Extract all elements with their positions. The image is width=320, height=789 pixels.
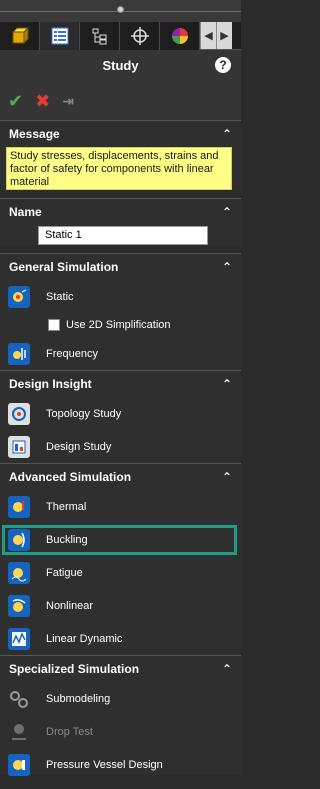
grip-handle-icon[interactable]: [117, 6, 124, 13]
collapse-chevron-icon[interactable]: ⌃: [222, 377, 232, 391]
design-insight-header[interactable]: Design Insight ⌃: [0, 371, 241, 397]
pin-button[interactable]: ⇥: [62, 94, 74, 108]
study-option-pressure-vessel[interactable]: Pressure Vessel Design: [0, 748, 241, 781]
property-manager-icon: [51, 27, 68, 45]
advanced-simulation-section: Advanced Simulation ⌃ Thermal Buckling F…: [0, 463, 241, 655]
collapse-chevron-icon[interactable]: ⌃: [222, 127, 232, 141]
collapse-chevron-icon[interactable]: ⌃: [222, 205, 232, 219]
scroll-right-icon[interactable]: ▶: [216, 22, 232, 49]
tab-configuration-manager[interactable]: [80, 22, 120, 50]
option-label: Static: [46, 290, 74, 303]
study-option-buckling[interactable]: Buckling: [0, 523, 241, 556]
design-study-icon: [8, 435, 30, 458]
option-label: Topology Study: [46, 407, 122, 420]
tab-display-manager[interactable]: [160, 22, 200, 50]
study-option-drop-test: Drop Test: [0, 715, 241, 748]
study-name-input[interactable]: Static 1: [38, 226, 208, 245]
static-study-icon: [8, 285, 30, 308]
panel-grip[interactable]: [0, 0, 241, 22]
topology-study-icon: [8, 402, 30, 425]
frequency-study-icon: [8, 342, 30, 365]
option-label: Pressure Vessel Design: [46, 758, 163, 771]
advanced-simulation-header[interactable]: Advanced Simulation ⌃: [0, 464, 241, 490]
specialized-simulation-section: Specialized Simulation ⌃ Submodeling Dro…: [0, 655, 241, 776]
option-label: Buckling: [46, 533, 88, 546]
collapse-chevron-icon[interactable]: ⌃: [222, 662, 232, 676]
collapse-chevron-icon[interactable]: ⌃: [222, 470, 232, 484]
dimxpert-icon: [130, 27, 149, 45]
page-title: Study: [102, 58, 139, 73]
linear-dynamic-study-icon: [8, 627, 30, 650]
option-label: Drop Test: [46, 725, 93, 738]
tab-dimxpert-manager[interactable]: [120, 22, 160, 50]
nonlinear-study-icon: [8, 594, 30, 617]
action-bar: ✔ ✖ ⇥: [0, 82, 241, 120]
fatigue-study-icon: [8, 561, 30, 584]
appearance-icon: [171, 28, 188, 44]
scroll-left-icon[interactable]: ◀: [200, 22, 216, 49]
message-section: Message ⌃ Study stresses, displacements,…: [0, 120, 241, 190]
tab-property-manager[interactable]: [40, 22, 80, 50]
option-label: Fatigue: [46, 566, 83, 579]
general-simulation-header[interactable]: General Simulation ⌃: [0, 254, 241, 280]
design-insight-section: Design Insight ⌃ Topology Study Design S…: [0, 370, 241, 463]
ok-button[interactable]: ✔: [8, 92, 23, 110]
section-title: General Simulation: [9, 260, 119, 274]
message-header[interactable]: Message ⌃: [0, 121, 241, 147]
configuration-icon: [92, 28, 106, 45]
study-option-thermal[interactable]: Thermal: [0, 490, 241, 523]
option-label: Design Study: [46, 440, 112, 453]
tab-feature-manager[interactable]: [0, 22, 40, 50]
section-title: Advanced Simulation: [9, 470, 132, 484]
section-title: Name: [9, 205, 42, 219]
section-title: Message: [9, 127, 60, 141]
part-icon: [11, 26, 29, 45]
cancel-button[interactable]: ✖: [35, 92, 50, 110]
option-label: Nonlinear: [46, 599, 94, 612]
option-label: Frequency: [46, 347, 98, 360]
study-option-design-study[interactable]: Design Study: [0, 430, 241, 463]
submodeling-study-icon: [8, 688, 30, 710]
study-option-linear-dynamic[interactable]: Linear Dynamic: [0, 622, 241, 655]
option-label: Linear Dynamic: [46, 632, 123, 645]
option-label: Use 2D Simplification: [66, 319, 171, 331]
collapse-chevron-icon[interactable]: ⌃: [222, 260, 232, 274]
manager-tabs: ◀ ▶: [0, 22, 241, 50]
study-option-topology[interactable]: Topology Study: [0, 397, 241, 430]
specialized-simulation-header[interactable]: Specialized Simulation ⌃: [0, 656, 241, 682]
study-option-submodeling[interactable]: Submodeling: [0, 682, 241, 715]
tab-scroll: ◀ ▶: [200, 22, 232, 49]
drop-test-study-icon: [8, 721, 30, 743]
thermal-study-icon: [8, 495, 30, 518]
use-2d-simplification[interactable]: Use 2D Simplification: [0, 313, 241, 337]
help-icon[interactable]: ?: [215, 57, 231, 73]
section-title: Specialized Simulation: [9, 662, 140, 676]
section-title: Design Insight: [9, 377, 92, 391]
study-option-static[interactable]: Static: [0, 280, 241, 313]
option-label: Submodeling: [46, 692, 111, 705]
option-label: Thermal: [46, 500, 87, 513]
buckling-study-icon: [8, 528, 30, 551]
study-option-fatigue[interactable]: Fatigue: [0, 556, 241, 589]
use-2d-checkbox[interactable]: [48, 319, 60, 331]
name-section: Name ⌃ Static 1: [0, 198, 241, 245]
property-header: Study ?: [0, 50, 241, 82]
name-header[interactable]: Name ⌃: [0, 199, 241, 225]
study-option-nonlinear[interactable]: Nonlinear: [0, 589, 241, 622]
pressure-vessel-study-icon: [8, 753, 30, 776]
general-simulation-section: General Simulation ⌃ Static Use 2D Simpl…: [0, 253, 241, 370]
message-text: Study stresses, displacements, strains a…: [6, 147, 232, 190]
study-option-frequency[interactable]: Frequency: [0, 337, 241, 370]
